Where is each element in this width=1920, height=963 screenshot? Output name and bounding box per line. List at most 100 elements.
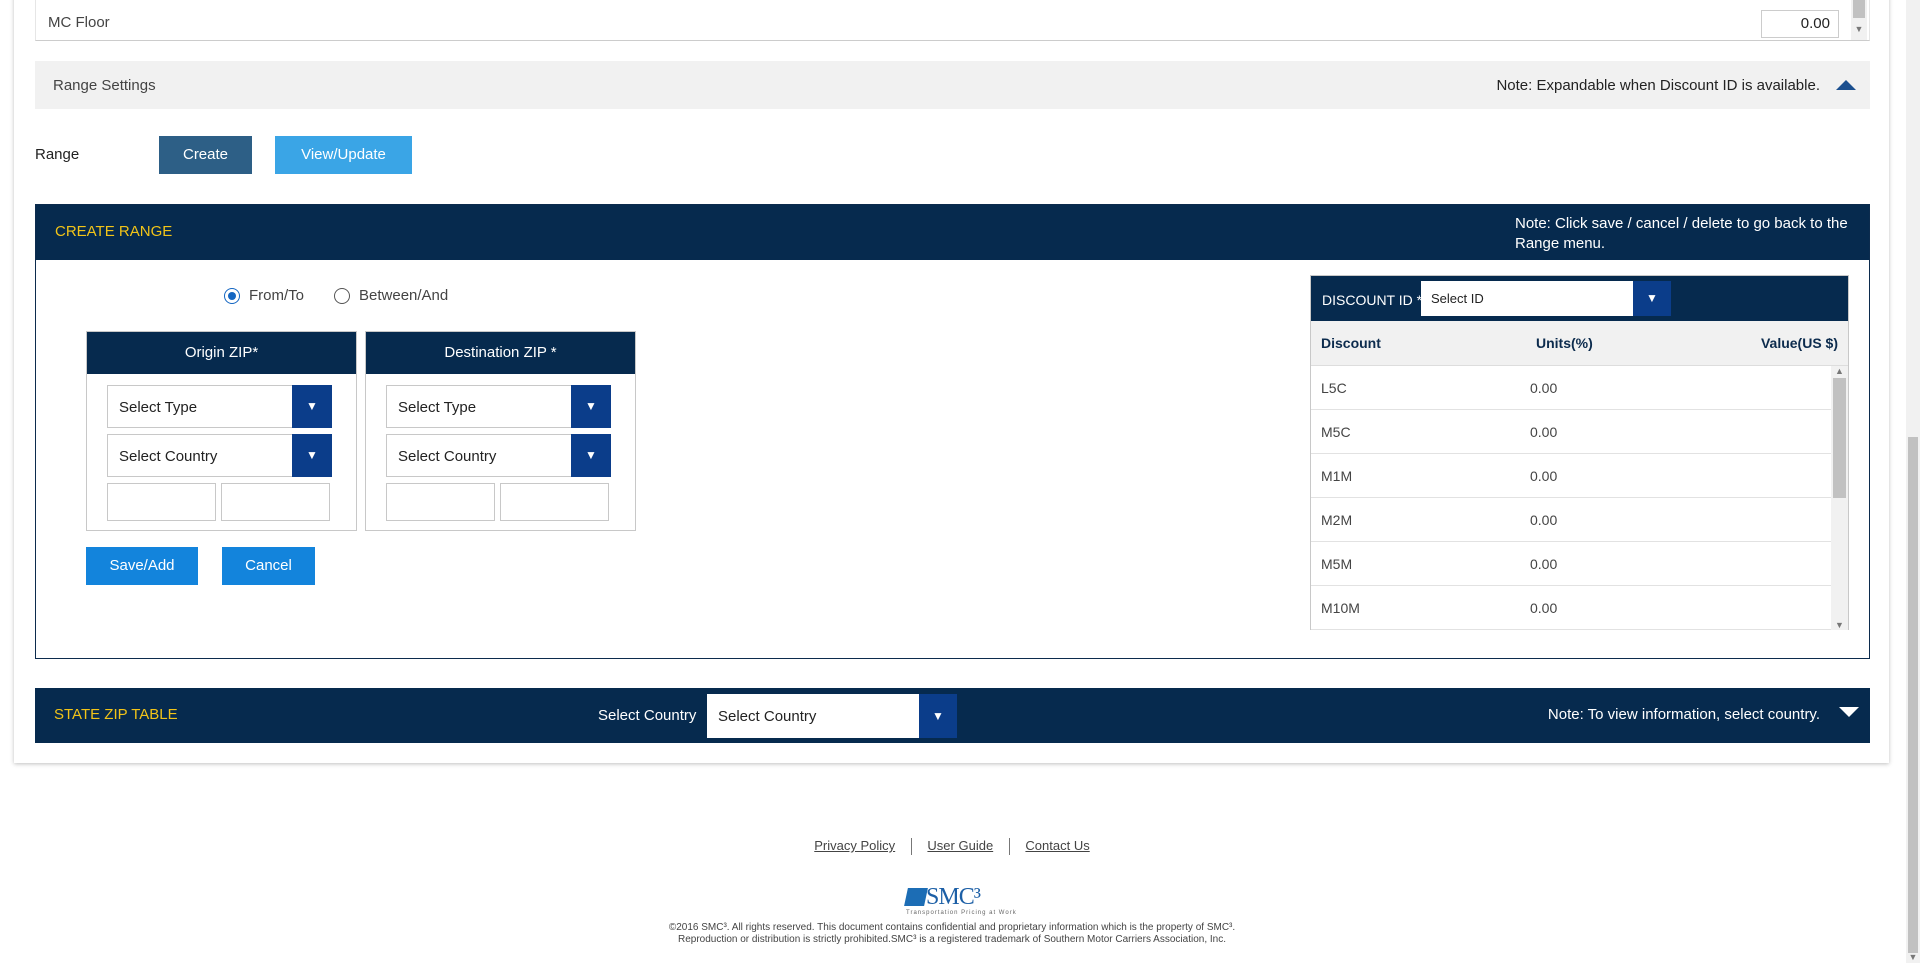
origin-country-value: Select Country	[119, 448, 218, 465]
user-guide-link[interactable]: User Guide	[927, 838, 993, 853]
scroll-down-icon[interactable]: ▼	[1851, 24, 1867, 34]
discount-units: 0.00	[1530, 512, 1558, 528]
discount-id-value: Select ID	[1431, 291, 1484, 306]
scroll-up-icon[interactable]: ▲	[1831, 366, 1848, 376]
copyright: ©2016 SMC³. All rights reserved. This do…	[0, 922, 1904, 946]
page-scrollbar[interactable]: ▼	[1906, 0, 1920, 963]
discount-header: DISCOUNT ID * Select ID ▼	[1311, 276, 1848, 321]
chevron-down-icon[interactable]: ▼	[571, 434, 611, 477]
table-row: M2M 0.00	[1311, 498, 1831, 542]
destination-zip-from-input[interactable]	[386, 483, 495, 521]
contact-us-link[interactable]: Contact Us	[1025, 838, 1089, 853]
origin-type-select[interactable]: Select Type ▼	[107, 385, 332, 428]
column-header: Discount	[1321, 335, 1381, 351]
discount-panel: DISCOUNT ID * Select ID ▼ Discount Units…	[1310, 275, 1849, 630]
expand-triangle-icon[interactable]	[1839, 707, 1859, 717]
divider	[1008, 838, 1010, 856]
discount-id-label: DISCOUNT ID *	[1322, 292, 1423, 308]
destination-type-value: Select Type	[398, 399, 477, 416]
logo-mark-icon	[904, 888, 928, 906]
discount-code: M1M	[1321, 468, 1353, 484]
range-settings-bar[interactable]: Range Settings Note: Expandable when Dis…	[35, 61, 1870, 109]
radio-from-to[interactable]: From/To	[224, 287, 304, 304]
range-settings-note: Note: Expandable when Discount ID is ava…	[1496, 77, 1820, 94]
origin-zip-to-input[interactable]	[221, 483, 330, 521]
mc-floor-scrollbar[interactable]: ▼	[1851, 0, 1867, 40]
destination-zip-title: Destination ZIP *	[366, 332, 635, 374]
mc-floor-input[interactable]: 0.00	[1761, 10, 1839, 38]
create-range-title: CREATE RANGE	[55, 223, 173, 240]
mc-floor-row: MC Floor 0.00 ▼	[35, 0, 1870, 41]
scroll-thumb[interactable]	[1833, 378, 1846, 498]
discount-scrollbar[interactable]: ▲ ▼	[1831, 366, 1848, 630]
column-header: Units(%)	[1536, 335, 1593, 351]
discount-code: M5C	[1321, 424, 1351, 440]
range-settings-title: Range Settings	[53, 77, 156, 94]
chevron-down-icon[interactable]: ▼	[1633, 281, 1671, 316]
state-zip-title: STATE ZIP TABLE	[54, 706, 178, 723]
create-range-panel: CREATE RANGE Note: Click save / cancel /…	[35, 204, 1870, 659]
discount-units: 0.00	[1530, 424, 1558, 440]
discount-units: 0.00	[1530, 380, 1558, 396]
scroll-down-icon[interactable]: ▼	[1906, 951, 1920, 963]
destination-zip-box: Destination ZIP * Select Type ▼ Select C…	[365, 331, 636, 531]
discount-table-body: L5C 0.00 M5C 0.00 M1M 0.00 M2M 0.00 M5M	[1311, 366, 1831, 630]
discount-code: M5M	[1321, 556, 1353, 572]
logo-tagline: Transportation Pricing at Work	[906, 910, 1017, 916]
destination-type-select[interactable]: Select Type ▼	[386, 385, 611, 428]
discount-code: L5C	[1321, 380, 1347, 396]
discount-id-select[interactable]: Select ID ▼	[1421, 281, 1671, 316]
create-range-header: CREATE RANGE Note: Click save / cancel /…	[36, 205, 1869, 260]
radio-checked-icon[interactable]	[224, 287, 240, 304]
chevron-down-icon[interactable]: ▼	[292, 385, 332, 428]
discount-units: 0.00	[1530, 556, 1558, 572]
destination-country-value: Select Country	[398, 448, 497, 465]
radio-from-to-label: From/To	[249, 287, 305, 304]
copyright-line-2: Reproduction or distribution is strictly…	[677, 934, 1226, 945]
column-header: Value(US $)	[1760, 335, 1838, 351]
radio-unchecked-icon[interactable]	[334, 287, 350, 304]
footer-links: Privacy Policy User Guide Contact Us	[0, 838, 1904, 856]
origin-zip-title: Origin ZIP*	[87, 332, 356, 374]
privacy-policy-link[interactable]: Privacy Policy	[814, 838, 895, 853]
table-row: L5C 0.00	[1311, 366, 1831, 410]
cancel-button[interactable]: Cancel	[222, 547, 315, 585]
discount-code: M10M	[1321, 600, 1360, 616]
chevron-down-icon[interactable]: ▼	[919, 694, 957, 738]
destination-country-select[interactable]: Select Country ▼	[386, 434, 611, 477]
table-row: M5C 0.00	[1311, 410, 1831, 454]
smc3-logo: SMC³ Transportation Pricing at Work	[904, 884, 1036, 920]
state-zip-note: Note: To view information, select countr…	[1547, 706, 1820, 723]
discount-units: 0.00	[1530, 600, 1558, 616]
scroll-thumb[interactable]	[1908, 437, 1918, 953]
origin-zip-box: Origin ZIP* Select Type ▼ Select Country…	[86, 331, 357, 531]
origin-country-select[interactable]: Select Country ▼	[107, 434, 332, 477]
copyright-line-1: ©2016 SMC³. All rights reserved. This do…	[668, 922, 1236, 933]
collapse-triangle-icon[interactable]	[1836, 80, 1856, 90]
scroll-thumb[interactable]	[1853, 0, 1865, 18]
state-country-select[interactable]: Select Country ▼	[707, 694, 957, 738]
table-row: M10M 0.00	[1311, 586, 1831, 630]
mc-floor-label: MC Floor	[48, 14, 110, 31]
chevron-down-icon[interactable]: ▼	[571, 385, 611, 428]
create-button[interactable]: Create	[159, 136, 252, 174]
radio-between-and-label: Between/And	[359, 287, 449, 304]
scroll-down-icon[interactable]: ▼	[1831, 620, 1848, 630]
origin-type-value: Select Type	[119, 399, 198, 416]
table-row: M1M 0.00	[1311, 454, 1831, 498]
create-range-note: Note: Click save / cancel / delete to go…	[1515, 215, 1848, 252]
table-row: M5M 0.00	[1311, 542, 1831, 586]
state-country-label: Select Country	[598, 707, 697, 724]
discount-units: 0.00	[1530, 468, 1558, 484]
chevron-down-icon[interactable]: ▼	[292, 434, 332, 477]
discount-code: M2M	[1321, 512, 1353, 528]
state-zip-table-bar: STATE ZIP TABLE Select Country Select Co…	[35, 688, 1870, 743]
destination-zip-to-input[interactable]	[500, 483, 609, 521]
radio-between-and[interactable]: Between/And	[334, 287, 448, 304]
range-label: Range	[35, 146, 80, 163]
divider	[910, 838, 912, 856]
origin-zip-from-input[interactable]	[107, 483, 216, 521]
save-add-button[interactable]: Save/Add	[86, 547, 198, 585]
view-update-button[interactable]: View/Update	[275, 136, 412, 174]
state-country-value: Select Country	[718, 708, 817, 725]
